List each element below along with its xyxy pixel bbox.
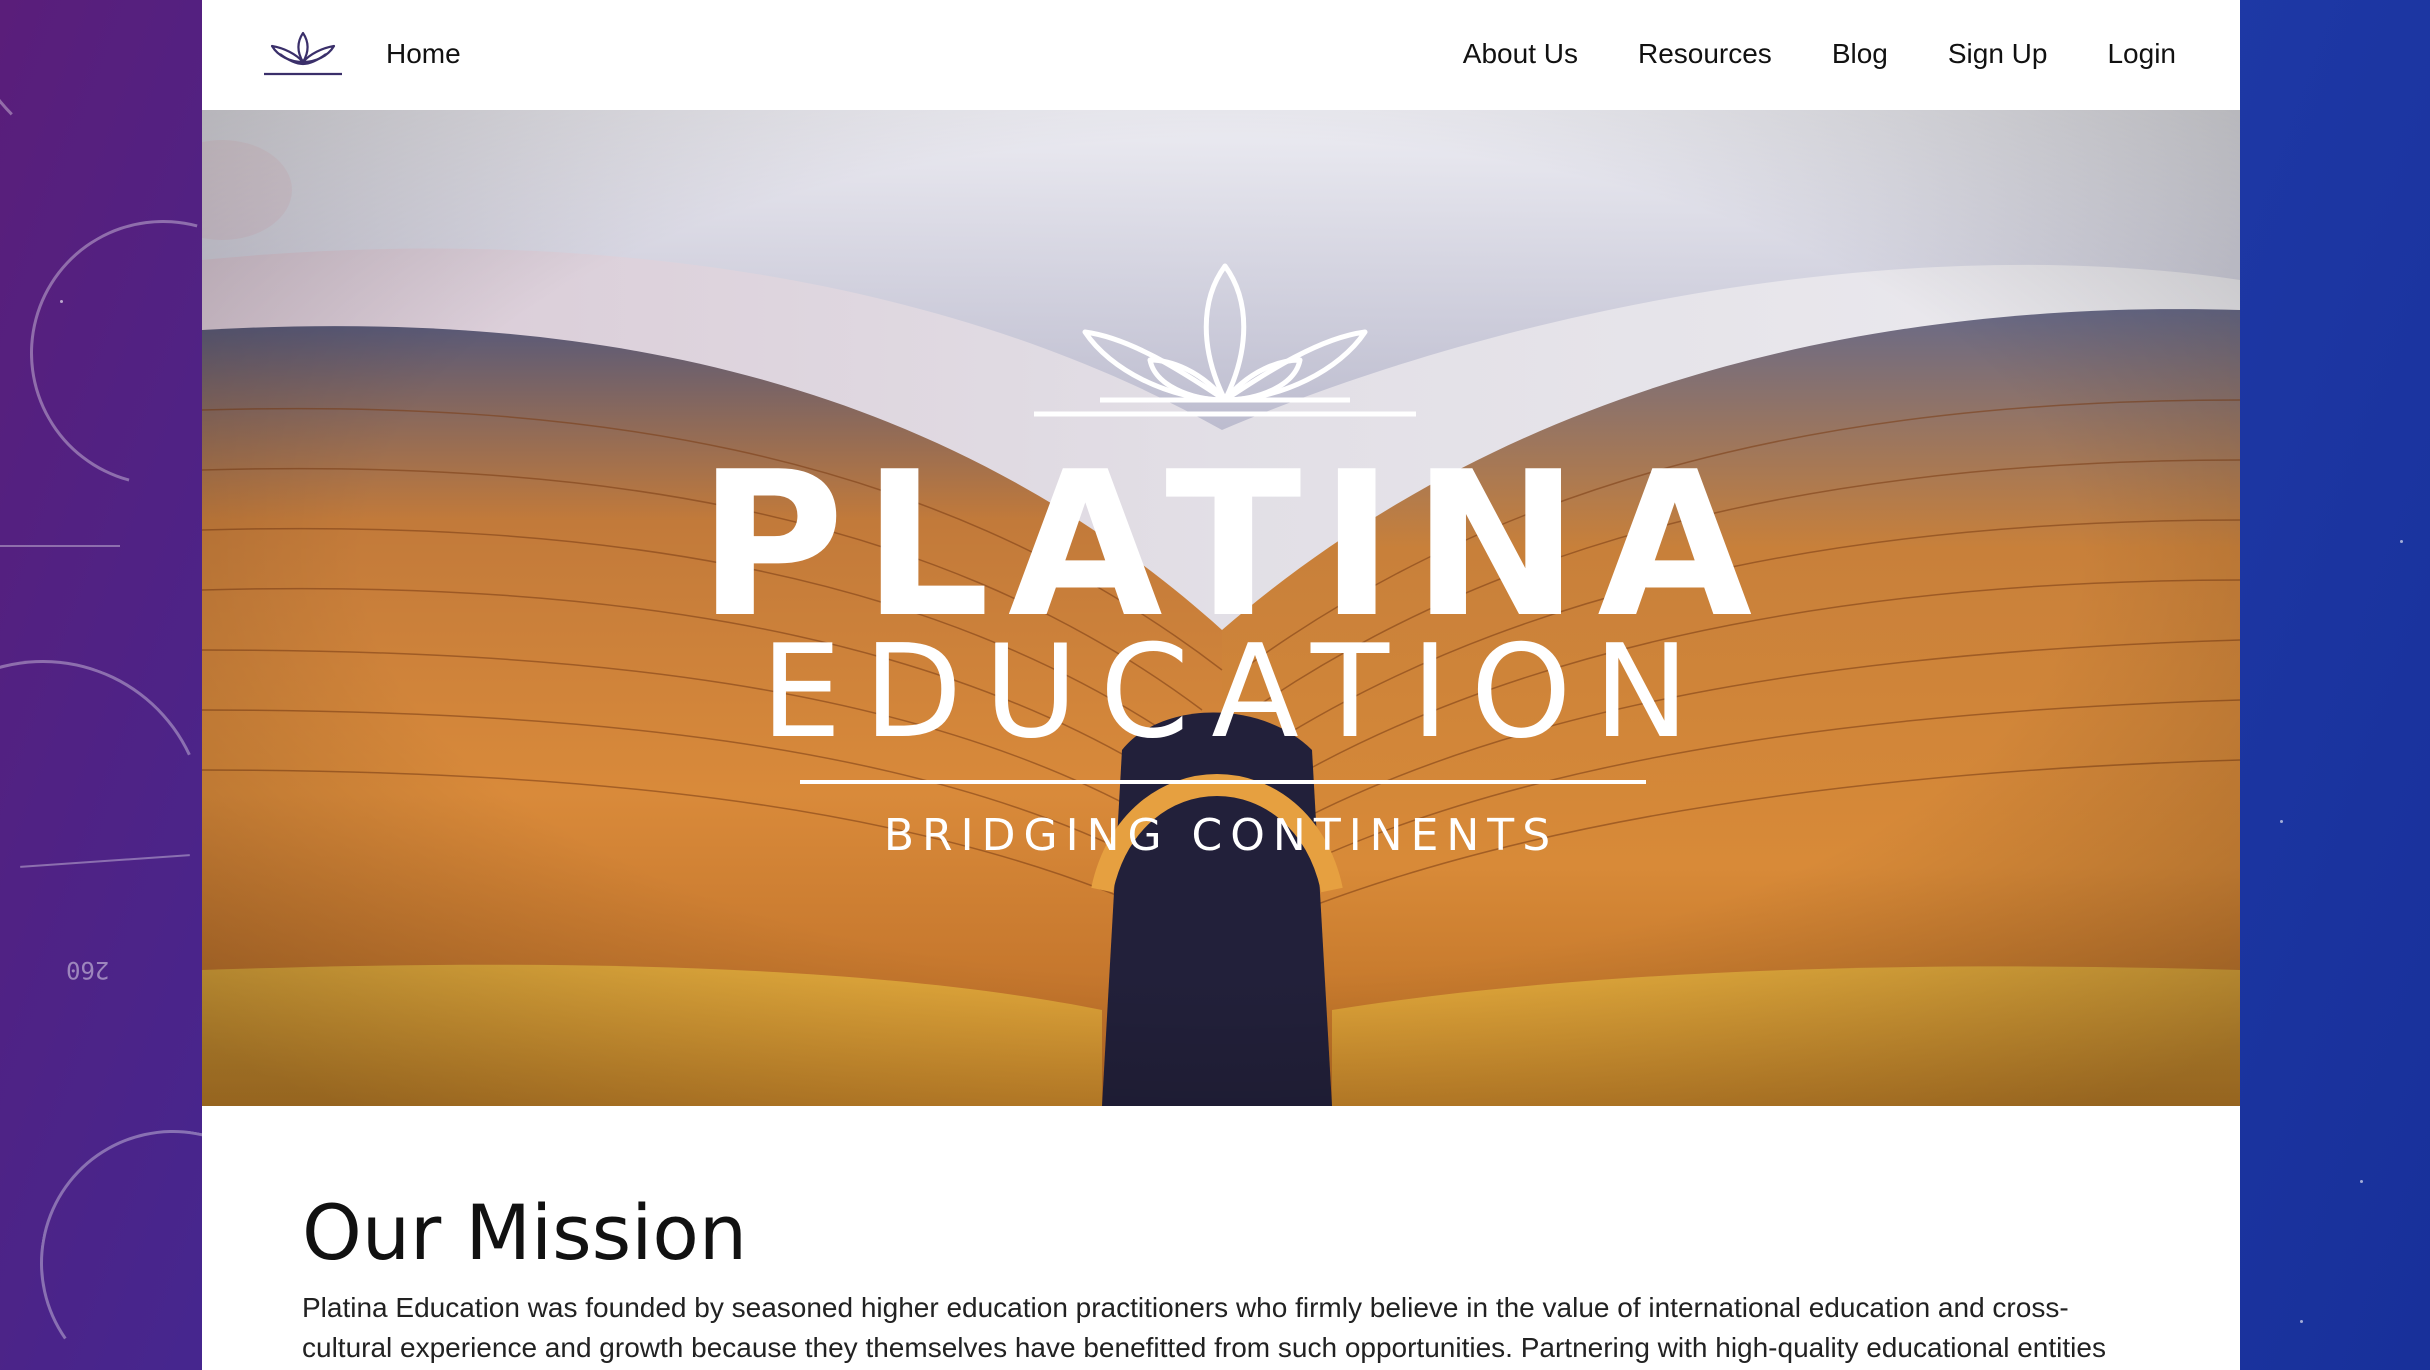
gauge-number: 260	[66, 956, 110, 984]
star-dot	[2280, 820, 2283, 823]
top-navigation: Home About Us Resources Blog Sign Up Log…	[202, 2, 2240, 111]
star-dot	[2360, 1180, 2363, 1183]
nav-link-home[interactable]: Home	[386, 38, 461, 70]
nav-link-blog[interactable]: Blog	[1832, 38, 1888, 70]
mission-heading: Our Mission	[302, 1188, 748, 1277]
nav-links: About Us Resources Blog Sign Up Login	[1463, 38, 2176, 70]
mission-text: Platina Education was founded by seasone…	[302, 1292, 2106, 1363]
website-page: Home About Us Resources Blog Sign Up Log…	[202, 0, 2240, 1370]
star-dot	[2300, 1320, 2303, 1323]
nav-link-login[interactable]: Login	[2107, 38, 2176, 70]
mission-section: Our Mission Platina Education was founde…	[202, 1106, 2240, 1370]
hero-subtitle: EDUCATION	[760, 618, 1712, 767]
lotus-icon[interactable]	[260, 30, 346, 78]
star-dot	[60, 300, 63, 303]
hero-banner: PLATINA EDUCATION BRIDGING CONTINENTS	[202, 110, 2240, 1106]
hero-title: PLATINA	[697, 429, 1771, 662]
lotus-icon	[1030, 260, 1420, 420]
nav-link-about-us[interactable]: About Us	[1463, 38, 1578, 70]
star-dot	[2400, 540, 2403, 543]
nav-link-resources[interactable]: Resources	[1638, 38, 1772, 70]
hero-tagline: BRIDGING CONTINENTS	[883, 810, 1559, 861]
nav-link-sign-up[interactable]: Sign Up	[1948, 38, 2048, 70]
decorative-line	[0, 545, 120, 547]
hero-divider	[800, 780, 1646, 784]
